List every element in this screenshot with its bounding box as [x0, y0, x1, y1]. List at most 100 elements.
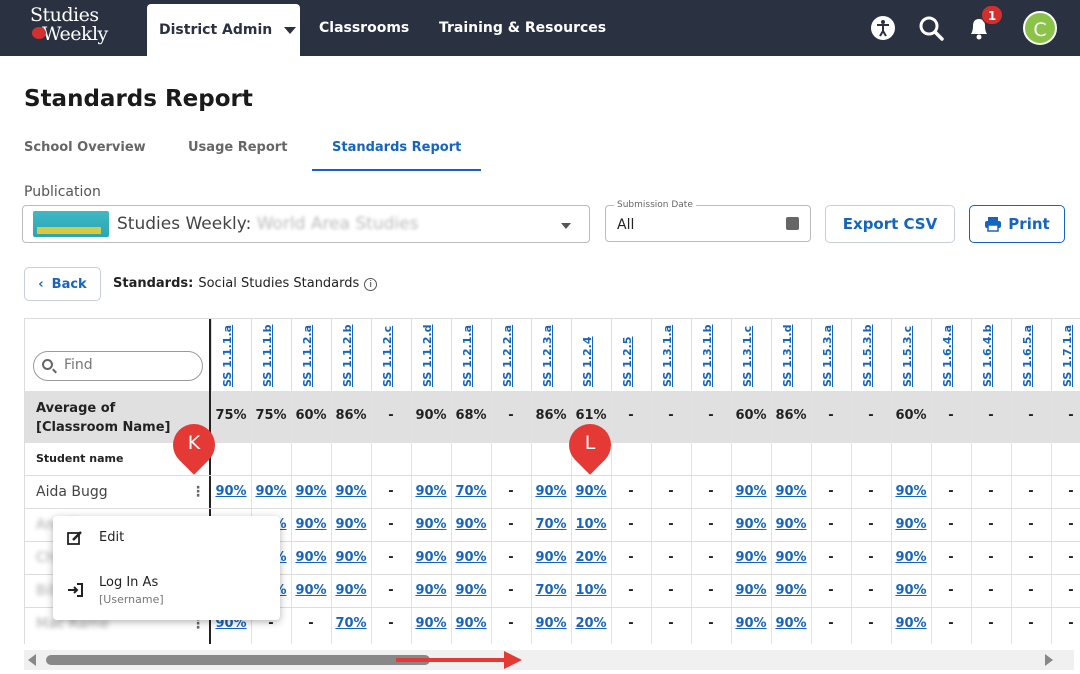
average-cell: 86%: [535, 408, 567, 423]
column-header[interactable]: SS 1.2.5: [611, 319, 651, 391]
score-cell[interactable]: 90%: [731, 550, 771, 565]
column-header[interactable]: SS 1.5.3.a: [811, 319, 851, 391]
nav-classrooms[interactable]: Classrooms: [319, 20, 409, 36]
score-cell[interactable]: 90%: [411, 517, 451, 532]
score-cell[interactable]: 90%: [331, 550, 371, 565]
score-cell[interactable]: 90%: [291, 583, 331, 598]
column-header[interactable]: SS 1.6.5.a: [1011, 319, 1051, 391]
kebab-menu-icon[interactable]: ⋮: [191, 484, 205, 500]
score-cell: -: [868, 583, 874, 598]
score-cell[interactable]: 90%: [411, 550, 451, 565]
score-cell[interactable]: 70%: [531, 583, 571, 598]
search-icon[interactable]: [917, 14, 945, 42]
column-header[interactable]: SS 1.1.1.b: [251, 319, 291, 391]
score-cell[interactable]: 90%: [411, 484, 451, 499]
score-cell[interactable]: 90%: [251, 484, 291, 499]
score-cell[interactable]: 70%: [331, 616, 371, 631]
score-cell[interactable]: 90%: [291, 550, 331, 565]
score-cell[interactable]: 90%: [771, 517, 811, 532]
score-cell[interactable]: 10%: [571, 517, 611, 532]
publication-select[interactable]: Studies Weekly: World Area Studies: [22, 205, 590, 243]
score-cell[interactable]: 20%: [571, 550, 611, 565]
back-button[interactable]: ‹ Back: [24, 267, 101, 301]
menu-edit[interactable]: Edit: [99, 530, 124, 545]
column-header[interactable]: SS 1.2.4: [571, 319, 611, 391]
column-header[interactable]: SS 1.6.4.a: [931, 319, 971, 391]
column-header[interactable]: SS 1.3.1.c: [731, 319, 771, 391]
column-header[interactable]: SS 1.5.3.c: [891, 319, 931, 391]
column-header[interactable]: SS 1.3.1.b: [691, 319, 731, 391]
avatar[interactable]: C: [1023, 11, 1057, 45]
score-cell[interactable]: 90%: [451, 583, 491, 598]
score-cell[interactable]: 90%: [451, 550, 491, 565]
score-cell[interactable]: 90%: [331, 583, 371, 598]
average-cell: 61%: [575, 408, 607, 423]
score-cell[interactable]: 20%: [571, 616, 611, 631]
score-cell[interactable]: 90%: [211, 484, 251, 499]
score-cell[interactable]: 90%: [731, 583, 771, 598]
score-cell[interactable]: 90%: [731, 517, 771, 532]
tab-standards-report[interactable]: Standards Report: [332, 140, 461, 155]
score-cell[interactable]: 90%: [411, 583, 451, 598]
score-cell[interactable]: 90%: [291, 517, 331, 532]
score-cell[interactable]: 90%: [891, 616, 931, 631]
score-cell[interactable]: 90%: [771, 484, 811, 499]
score-cell[interactable]: 90%: [451, 517, 491, 532]
score-cell: -: [948, 517, 954, 532]
scroll-left-icon[interactable]: [28, 654, 36, 666]
score-cell[interactable]: 90%: [531, 484, 571, 499]
scroll-right-icon[interactable]: [1045, 654, 1053, 666]
score-cell[interactable]: 70%: [531, 517, 571, 532]
tab-school-overview[interactable]: School Overview: [24, 140, 146, 155]
column-header[interactable]: SS 1.5.3.b: [851, 319, 891, 391]
score-cell[interactable]: 90%: [531, 616, 571, 631]
score-cell[interactable]: 90%: [331, 517, 371, 532]
column-header[interactable]: SS 1.1.2.a: [291, 319, 331, 391]
score-cell[interactable]: 90%: [531, 550, 571, 565]
scrollbar-thumb[interactable]: [46, 655, 430, 665]
score-cell[interactable]: 90%: [571, 484, 611, 499]
average-cell: 68%: [455, 408, 487, 423]
score-cell[interactable]: 70%: [451, 484, 491, 499]
tab-usage-report[interactable]: Usage Report: [188, 140, 287, 155]
column-header[interactable]: SS 1.3.1.a: [651, 319, 691, 391]
column-header[interactable]: SS 1.1.2.c: [371, 319, 411, 391]
score-cell[interactable]: 90%: [891, 583, 931, 598]
score-cell[interactable]: 90%: [731, 484, 771, 499]
column-header[interactable]: SS 1.2.1.a: [451, 319, 491, 391]
nav-district-admin[interactable]: District Admin: [147, 4, 300, 56]
menu-login-as[interactable]: Log In As: [99, 575, 158, 590]
column-header[interactable]: SS 1.2.2.a: [491, 319, 531, 391]
column-header[interactable]: SS 1.7.1.a: [1051, 319, 1080, 391]
score-cell[interactable]: 90%: [771, 583, 811, 598]
score-cell[interactable]: 90%: [731, 616, 771, 631]
accessibility-icon[interactable]: [869, 14, 897, 42]
score-cell[interactable]: 90%: [771, 550, 811, 565]
export-csv-button[interactable]: Export CSV: [825, 205, 955, 243]
submission-date-field[interactable]: Submission Date All: [605, 200, 811, 242]
nav-training-resources[interactable]: Training & Resources: [439, 20, 606, 36]
score-cell: -: [308, 616, 314, 631]
column-header[interactable]: SS 1.1.2.d: [411, 319, 451, 391]
column-header[interactable]: SS 1.1.1.a: [211, 319, 251, 391]
score-cell[interactable]: 90%: [411, 616, 451, 631]
score-cell[interactable]: 90%: [331, 484, 371, 499]
score-cell[interactable]: 90%: [891, 484, 931, 499]
info-icon[interactable]: i: [364, 278, 378, 291]
calendar-icon[interactable]: [786, 217, 799, 230]
score-cell[interactable]: 90%: [771, 616, 811, 631]
print-button[interactable]: Print: [969, 205, 1065, 243]
score-cell[interactable]: 90%: [291, 484, 331, 499]
column-header[interactable]: SS 1.6.4.b: [971, 319, 1011, 391]
column-header[interactable]: SS 1.1.2.b: [331, 319, 371, 391]
score-cell[interactable]: 90%: [891, 550, 931, 565]
column-header[interactable]: SS 1.2.3.a: [531, 319, 571, 391]
score-cell[interactable]: 90%: [891, 517, 931, 532]
score-cell[interactable]: 10%: [571, 583, 611, 598]
column-header[interactable]: SS 1.3.1.d: [771, 319, 811, 391]
score-cell: -: [668, 484, 674, 499]
score-cell[interactable]: 90%: [451, 616, 491, 631]
find-input-wrapper[interactable]: [33, 351, 203, 381]
find-input[interactable]: [64, 357, 194, 373]
student-name[interactable]: Aida Bugg: [36, 484, 108, 500]
